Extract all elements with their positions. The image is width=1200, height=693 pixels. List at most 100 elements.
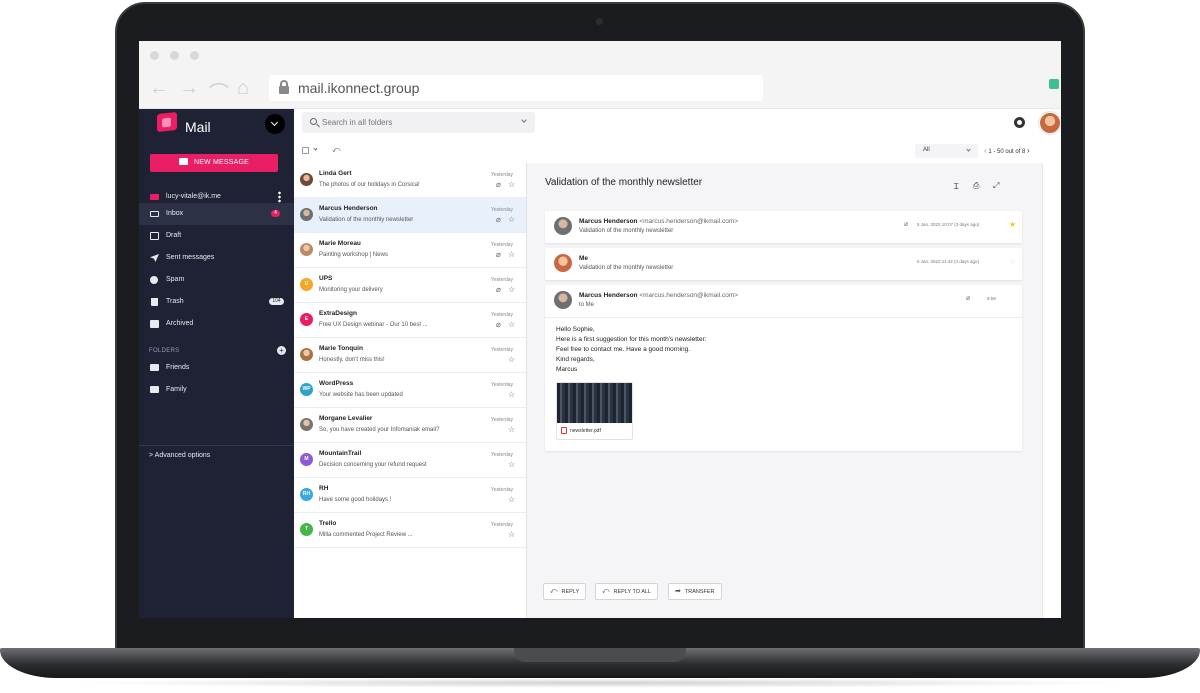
list-item[interactable]: Linda Gert The photos of our holidays in … [294,163,526,198]
search-box[interactable] [302,112,535,133]
window-maximize-dot[interactable] [190,51,199,60]
new-message-label: NEW MESSAGE [193,159,250,166]
sidebar-item-label: Trash [166,298,184,305]
filter-select[interactable]: All [915,144,978,158]
message-list: Linda Gert The photos of our holidays in … [294,163,527,618]
star-icon[interactable]: ☆ [508,320,515,329]
list-item[interactable]: Marcus Henderson Validation of the monthl… [294,198,526,233]
select-all-checkbox[interactable] [302,147,309,154]
sidebar-item-draft[interactable]: Draft [139,225,294,247]
search-input[interactable] [322,115,512,130]
sidebar-item-sent[interactable]: Sent messages [139,247,294,269]
sidebar-item-label: Inbox [166,210,184,217]
sender-email: <marcus.henderson@ikmail.com> [639,292,739,299]
attachment-card[interactable]: newsletter.pdf [556,382,633,440]
account-email: lucy-vitale@ik.me [166,193,221,200]
sidebar-folder-family[interactable]: Family [139,379,294,401]
message-date: 5 Jan. 2022 11:42 (3 days ago) [917,259,979,264]
text-cursor-icon[interactable]: Ɪ [954,181,958,192]
message-sender: UPS [319,275,333,282]
message-subject: Have some good holidays ! [319,497,392,503]
list-item[interactable]: M MountainTrail Decision concerning your r… [294,443,526,478]
gear-icon[interactable] [1014,117,1025,128]
more-options-icon[interactable] [278,191,281,203]
star-icon[interactable]: ☆ [508,530,515,539]
transfer-button[interactable]: ➡ TRANSFER [668,583,722,600]
star-icon[interactable]: ☆ [508,250,515,259]
message-card[interactable]: Marcus Henderson <marcus.henderson@ikmai… [545,211,1022,243]
list-item[interactable]: E ExtraDesign Free UX Design webinar - Our… [294,303,526,338]
right-rail [1042,163,1061,618]
message-sender: Marcus Henderson <marcus.henderson@ikmai… [579,292,738,299]
side-panel-icon[interactable] [1049,79,1059,89]
avatar: U [300,278,313,291]
print-icon[interactable]: ⎙ [973,181,979,191]
address-bar[interactable]: mail.ikonnect.group [269,75,763,101]
avatar: E [300,313,313,326]
advanced-options-link[interactable]: > Advanced options [149,452,210,459]
list-item[interactable]: T Trello Milla commented Project Review ..… [294,513,526,548]
back-icon[interactable]: ← [149,77,169,100]
folder-icon [150,386,159,393]
laptop-mockup: ← → ⌒ ⌂ mail.ikonnect.group Mail NEW MES… [0,0,1200,693]
new-message-button[interactable]: NEW MESSAGE [150,154,278,172]
unread-badge: 4 [271,210,280,217]
previous-page-icon[interactable]: ‹ [984,146,987,155]
reply-all-button[interactable]: ⤺ REPLY TO ALL [595,583,658,600]
inbox-icon [150,211,159,217]
avatar [300,243,313,256]
message-sender: Linda Gert [319,170,352,177]
list-item[interactable]: Marie Tonquin Honestly, don't miss this! Y… [294,338,526,373]
account-switcher-button[interactable] [265,114,285,134]
window-close-dot[interactable] [150,51,159,60]
message-subject: So, you have created your Infomaniak ema… [319,427,440,433]
reload-icon[interactable]: ⌒ [209,77,229,106]
reading-pane: Validation of the monthly newsletter Ɪ ⎙… [527,163,1042,618]
sidebar-folder-friends[interactable]: Friends [139,357,294,379]
star-icon[interactable]: ☆ [508,425,515,434]
star-icon[interactable]: ☆ [508,285,515,294]
chevron-down-icon[interactable] [313,146,318,151]
star-icon[interactable]: ☆ [508,215,515,224]
reply-all-label: REPLY TO ALL [613,589,651,595]
sidebar-item-inbox[interactable]: Inbox 4 [139,203,294,225]
sidebar-item-archived[interactable]: Archived [139,313,294,335]
sidebar-item-trash[interactable]: Trash 104 [139,291,294,313]
add-folder-icon[interactable]: + [277,346,286,355]
star-icon[interactable]: ☆ [508,355,515,364]
reply-button[interactable]: ⤺ REPLY [543,583,587,600]
list-item[interactable]: RH RH Have some good holidays ! Yesterday ☆ [294,478,526,513]
reply-icon[interactable]: ⤺ [332,145,341,155]
folder-label: Friends [166,364,190,371]
sender-email: <marcus.henderson@ikmail.com> [639,218,739,225]
star-icon[interactable]: ☆ [508,180,515,189]
list-item[interactable]: U UPS Monitoring your delivery Yesterday ⌀ ☆ [294,268,526,303]
message-subject: Validation of the monthly newsletter [319,217,414,223]
star-icon[interactable]: ☆ [508,390,515,399]
avatar [300,348,313,361]
list-item[interactable]: Marie Moreau Painting workshop | News Yest… [294,233,526,268]
user-avatar[interactable] [1039,112,1061,134]
list-item[interactable]: WP WordPress Your website has been updated… [294,373,526,408]
message-subject: Free UX Design webinar - Our 10 best ... [319,322,428,328]
body-line: Feel free to contact me. Have a good mor… [556,346,691,353]
pagination: ‹ 1 - 50 out of 8 › [984,146,1030,155]
forward-icon[interactable]: → [179,77,199,100]
window-minimize-dot[interactable] [170,51,179,60]
next-page-icon[interactable]: › [1027,146,1030,155]
star-icon[interactable]: ★ [1009,220,1016,229]
trash-count-badge: 104 [269,298,284,305]
list-item[interactable]: Morgane Levalier So, you have created you… [294,408,526,443]
sidebar-item-spam[interactable]: Spam [139,269,294,291]
laptop-shadow [60,678,1140,688]
message-date: Yesterday [491,207,514,213]
chevron-down-icon[interactable] [521,117,527,123]
home-icon[interactable]: ⌂ [237,77,249,100]
open-external-icon[interactable]: ⤢ [993,181,999,191]
star-icon[interactable]: ☆ [508,495,515,504]
message-card[interactable]: Me Validation of the monthly newsletter … [545,248,1022,280]
laptop-notch [514,648,686,662]
star-icon[interactable]: ☆ [1009,257,1016,266]
star-icon[interactable]: ☆ [508,460,515,469]
paperclip-icon: ⌀ [496,285,501,294]
